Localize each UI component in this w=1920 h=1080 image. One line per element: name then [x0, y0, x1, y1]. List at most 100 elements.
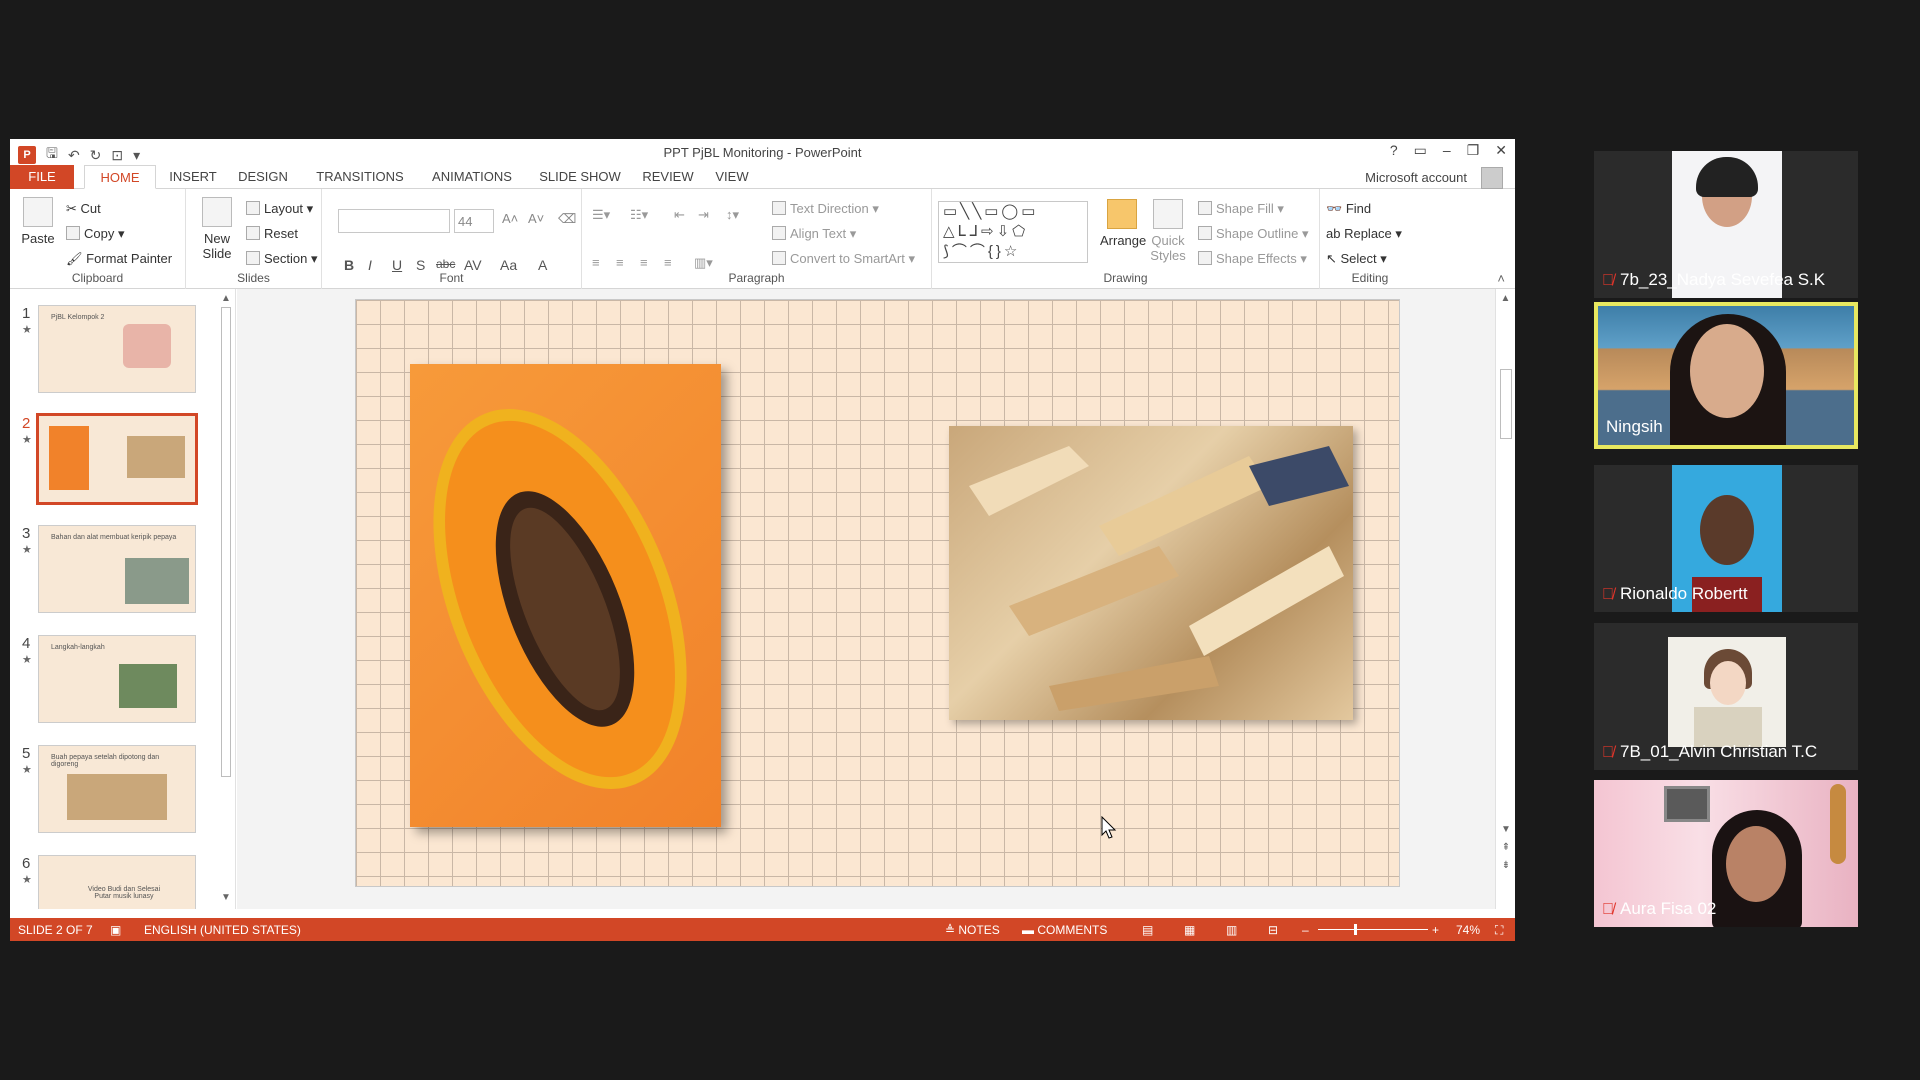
- zoom-out-icon[interactable]: –: [1302, 923, 1309, 937]
- replace-label: Replace: [1344, 226, 1392, 241]
- align-center-icon[interactable]: ≡: [616, 255, 624, 270]
- copy-button[interactable]: Copy ▾: [66, 226, 125, 242]
- chips-illustration: [969, 446, 1349, 711]
- spell-check-icon[interactable]: ▣: [110, 923, 121, 937]
- tab-file[interactable]: FILE: [10, 165, 74, 189]
- account-avatar[interactable]: [1481, 167, 1503, 189]
- scissors-icon: ✂: [66, 201, 81, 216]
- line-spacing-icon[interactable]: ↕▾: [726, 207, 739, 223]
- canvas-scrollbar[interactable]: ▲ ▼ ⇞ ⇟: [1495, 289, 1515, 909]
- align-text-button[interactable]: Align Text ▾: [772, 226, 856, 242]
- increase-indent-icon[interactable]: ⇥: [698, 207, 709, 223]
- decrease-indent-icon[interactable]: ⇤: [674, 207, 685, 223]
- close-icon[interactable]: ✕: [1495, 142, 1507, 159]
- shrink-font-icon[interactable]: A˅: [528, 211, 544, 226]
- reset-button[interactable]: Reset: [246, 226, 298, 241]
- clear-formatting-icon[interactable]: ⌫: [558, 211, 576, 227]
- fried-papaya-chips-image[interactable]: [949, 426, 1353, 720]
- align-left-icon[interactable]: ≡: [592, 255, 600, 270]
- thumbnail-slide-2[interactable]: 2 ★: [10, 413, 236, 515]
- language-indicator[interactable]: ENGLISH (UNITED STATES): [144, 923, 301, 937]
- participant-tile-5[interactable]: 🎙̸ Aura Fisa 02: [1594, 780, 1858, 927]
- ribbon-display-icon[interactable]: ▭: [1414, 142, 1427, 159]
- tab-review[interactable]: REVIEW: [636, 165, 700, 189]
- slide-show-icon[interactable]: ⊟: [1268, 923, 1278, 937]
- tab-home[interactable]: HOME: [84, 165, 156, 189]
- strikethrough-button[interactable]: abc: [436, 257, 455, 271]
- tab-view[interactable]: VIEW: [708, 165, 756, 189]
- text-direction-button[interactable]: Text Direction ▾: [772, 201, 879, 217]
- font-name-field[interactable]: [338, 209, 450, 233]
- account-menu[interactable]: Microsoft account: [1365, 170, 1467, 185]
- layout-button[interactable]: Layout ▾: [246, 201, 313, 217]
- new-slide-button[interactable]: New Slide: [196, 197, 238, 261]
- participant-tile-1[interactable]: 🎙̸ 7b_23_Nadya Sevefea S.K: [1594, 151, 1858, 298]
- participant-tile-4[interactable]: 🎙̸ 7B_01_Alvin Christian T.C: [1594, 623, 1858, 770]
- find-button[interactable]: 👓 Find: [1326, 201, 1371, 217]
- tab-transitions[interactable]: TRANSITIONS: [308, 165, 412, 189]
- convert-smartart-button[interactable]: Convert to SmartArt ▾: [772, 251, 915, 267]
- participant-name: Ningsih: [1606, 417, 1663, 437]
- scroll-up-icon[interactable]: ▲: [218, 293, 234, 304]
- shape-outline-button[interactable]: Shape Outline ▾: [1198, 226, 1309, 242]
- scroll-down-icon[interactable]: ▼: [218, 892, 234, 903]
- copy-icon: [66, 226, 80, 240]
- thumbnail-slide-4[interactable]: 4 ★ Langkah-langkah: [10, 635, 236, 735]
- section-button[interactable]: Section ▾: [246, 251, 318, 267]
- format-painter-button[interactable]: 🖌 Format Painter: [66, 251, 172, 267]
- papaya-image[interactable]: [410, 364, 721, 827]
- scrollbar-thumb[interactable]: [221, 307, 231, 777]
- numbering-icon[interactable]: ☷▾: [630, 207, 648, 223]
- zoom-level[interactable]: 74%: [1456, 923, 1480, 937]
- current-slide[interactable]: [355, 299, 1400, 887]
- slide-sorter-icon[interactable]: ▦: [1184, 923, 1195, 937]
- replace-button[interactable]: ab Replace ▾: [1326, 226, 1402, 242]
- shape-effects-button[interactable]: Shape Effects ▾: [1198, 251, 1307, 267]
- grow-font-icon[interactable]: A˄: [502, 211, 518, 226]
- thumbnail-number: 6: [22, 855, 31, 872]
- font-size-field[interactable]: 44: [454, 209, 494, 233]
- comments-button[interactable]: ▬ COMMENTS: [1022, 923, 1107, 937]
- thumbnail-slide-6[interactable]: 6 ★ Video Budi dan Selesai Putar musik l…: [10, 855, 236, 909]
- shape-fill-button[interactable]: Shape Fill ▾: [1198, 201, 1284, 217]
- thumbnail-slide-1[interactable]: 1 ★ PjBL Kelompok 2: [10, 305, 236, 405]
- participant-tile-3[interactable]: 🎙̸ Rionaldo Robertt: [1594, 465, 1858, 612]
- participant-name: 🎙̸ 7b_23_Nadya Sevefea S.K: [1602, 270, 1825, 290]
- notes-button[interactable]: ≜ NOTES: [945, 923, 1000, 937]
- window-controls: ? ▭ – ❐ ✕: [1390, 142, 1507, 159]
- minimize-icon[interactable]: –: [1443, 142, 1451, 159]
- scroll-up-icon[interactable]: ▲: [1496, 293, 1515, 304]
- shapes-gallery[interactable]: ▭╲╲▭◯▭ △ᒪᒧ⇨⇩⬠ ⟆⌒⌒{}☆: [938, 201, 1088, 263]
- participant-name-text: Rionaldo Robertt: [1620, 584, 1748, 603]
- normal-view-icon[interactable]: ▤: [1142, 923, 1153, 937]
- help-icon[interactable]: ?: [1390, 142, 1398, 159]
- zoom-in-icon[interactable]: +: [1432, 923, 1439, 937]
- tab-slide-show[interactable]: SLIDE SHOW: [532, 165, 628, 189]
- columns-icon[interactable]: ▥▾: [694, 255, 713, 271]
- arrange-button[interactable]: Arrange: [1100, 199, 1146, 248]
- brush-icon: 🖌: [66, 251, 87, 266]
- restore-icon[interactable]: ❐: [1467, 142, 1480, 159]
- justify-icon[interactable]: ≡: [664, 255, 672, 270]
- tab-insert[interactable]: INSERT: [162, 165, 224, 189]
- fit-slide-icon[interactable]: ⛶: [1495, 923, 1503, 938]
- tab-design[interactable]: DESIGN: [232, 165, 294, 189]
- tab-animations[interactable]: ANIMATIONS: [422, 165, 522, 189]
- thumbnail-slide-5[interactable]: 5 ★ Buah pepaya setelah dipotong dan dig…: [10, 745, 236, 845]
- participant-tile-active-speaker[interactable]: Ningsih: [1594, 302, 1858, 449]
- collapse-ribbon-icon[interactable]: ˄: [1497, 271, 1505, 286]
- quick-styles-button[interactable]: Quick Styles: [1148, 199, 1188, 263]
- align-right-icon[interactable]: ≡: [640, 255, 648, 270]
- zoom-slider-handle[interactable]: [1354, 924, 1357, 935]
- select-button[interactable]: ↖ Select ▾: [1326, 251, 1387, 267]
- canvas-scrollbar-thumb[interactable]: [1500, 369, 1512, 439]
- thumbnails-scrollbar[interactable]: ▲ ▼: [218, 293, 234, 903]
- cut-button[interactable]: ✂ Cut: [66, 201, 101, 217]
- zoom-slider[interactable]: [1318, 929, 1428, 930]
- bullets-icon[interactable]: ☰▾: [592, 207, 610, 223]
- thumbnail-slide-3[interactable]: 3 ★ Bahan dan alat membuat keripik pepay…: [10, 525, 236, 625]
- paste-button[interactable]: Paste: [16, 197, 60, 246]
- cut-label: Cut: [80, 201, 101, 216]
- prev-next-slide-icons[interactable]: ▼ ⇞ ⇟: [1496, 821, 1516, 875]
- reading-view-icon[interactable]: ▥: [1226, 923, 1237, 937]
